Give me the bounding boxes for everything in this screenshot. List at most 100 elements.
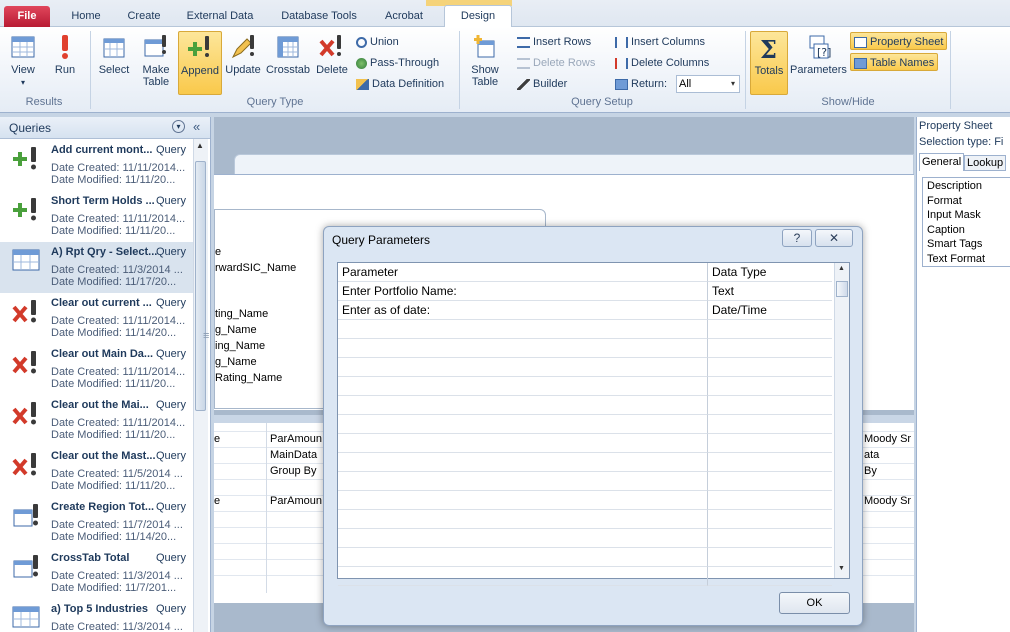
query-item[interactable]: A) Rpt Qry - Select... Query Date Created:… <box>0 242 193 293</box>
query-item[interactable]: Clear out the Mast... Query Date Created: … <box>0 446 193 497</box>
design-grid-cell[interactable]: e <box>214 433 220 445</box>
datatype-cell[interactable] <box>708 415 832 434</box>
parameter-cell[interactable] <box>338 567 708 586</box>
parameter-cell[interactable] <box>338 339 708 358</box>
append-query-button[interactable]: Append <box>178 31 222 95</box>
help-button[interactable]: ? <box>782 229 812 247</box>
tab-acrobat[interactable]: Acrobat <box>378 6 430 27</box>
datatype-cell[interactable] <box>708 548 832 567</box>
delete-rows-button[interactable]: Delete Rows <box>517 54 595 72</box>
datatype-cell[interactable] <box>708 434 832 453</box>
parameter-cell[interactable]: Enter Portfolio Name: <box>338 282 708 301</box>
chevron-down-icon[interactable]: ▾ <box>172 120 185 133</box>
design-grid-cell[interactable]: Moody Sr <box>864 495 911 507</box>
pass-through-button[interactable]: Pass-Through <box>356 54 439 72</box>
table-names-button[interactable]: Table Names <box>850 53 939 71</box>
delete-query-button[interactable]: Delete <box>313 31 351 95</box>
design-grid-cell[interactable]: ParAmoun <box>270 433 322 445</box>
grid-scrollbar-thumb[interactable] <box>836 281 848 297</box>
tab-lookup[interactable]: Lookup <box>964 155 1007 171</box>
parameter-cell[interactable] <box>338 510 708 529</box>
tab-file[interactable]: File <box>4 6 50 27</box>
query-item[interactable]: Create Region Tot... Query Date Created: 1… <box>0 497 193 548</box>
parameter-cell[interactable] <box>338 548 708 567</box>
parameter-cell[interactable] <box>338 358 708 377</box>
parameter-cell[interactable]: Enter as of date: <box>338 301 708 320</box>
tab-home[interactable]: Home <box>64 6 108 27</box>
totals-button[interactable]: Σ Totals <box>750 31 788 95</box>
design-grid-cell[interactable]: By <box>864 465 877 477</box>
property-row[interactable]: Caption <box>927 224 965 236</box>
query-item[interactable]: Short Term Holds ... Query Date Created: 1… <box>0 191 193 242</box>
grid-scrollbar[interactable]: ▲ ▼ <box>834 263 849 578</box>
design-grid-cell[interactable]: Group By <box>270 465 316 477</box>
parameter-cell[interactable] <box>338 472 708 491</box>
field-list-item[interactable]: ing_Name <box>215 340 265 352</box>
design-grid-cell[interactable]: ata <box>864 449 879 461</box>
datatype-cell[interactable] <box>708 453 832 472</box>
parameter-cell[interactable] <box>338 491 708 510</box>
datatype-cell[interactable] <box>708 358 832 377</box>
parameter-cell[interactable] <box>338 396 708 415</box>
ok-button[interactable]: OK <box>779 592 850 614</box>
builder-button[interactable]: Builder <box>517 75 567 93</box>
parameter-cell[interactable] <box>338 377 708 396</box>
property-sheet-button[interactable]: Property Sheet <box>850 32 948 50</box>
field-list-item[interactable]: Rating_Name <box>215 372 282 384</box>
tab-create[interactable]: Create <box>120 6 168 27</box>
query-item[interactable]: Add current mont... Query Date Created: 11… <box>0 140 193 191</box>
nav-scrollbar-thumb[interactable] <box>195 161 206 411</box>
delete-columns-button[interactable]: Delete Columns <box>615 54 709 72</box>
datatype-cell[interactable] <box>708 339 832 358</box>
property-row[interactable]: Smart Tags <box>927 238 982 250</box>
collapse-pane-icon[interactable]: « <box>193 119 200 134</box>
parameter-cell[interactable] <box>338 415 708 434</box>
datatype-cell[interactable] <box>708 472 832 491</box>
tab-external-data[interactable]: External Data <box>180 6 260 27</box>
field-list-item[interactable]: e <box>215 246 221 258</box>
query-item[interactable]: a) Top 5 Industries Query Date Created: 11… <box>0 599 193 632</box>
scroll-down-icon[interactable]: ▼ <box>838 565 845 572</box>
property-row[interactable]: Description <box>927 180 982 192</box>
tab-database-tools[interactable]: Database Tools <box>272 6 366 27</box>
query-item[interactable]: CrossTab Total Query Date Created: 11/3/20… <box>0 548 193 599</box>
tab-design[interactable]: Design <box>444 5 512 28</box>
design-grid-cell[interactable]: Moody Sr <box>864 433 911 445</box>
update-query-button[interactable]: Update <box>223 31 263 95</box>
datatype-cell[interactable] <box>708 529 832 548</box>
field-list-item[interactable]: ting_Name <box>215 308 268 320</box>
property-row[interactable]: Format <box>927 195 962 207</box>
make-table-button[interactable]: Make Table <box>137 31 175 95</box>
select-query-button[interactable]: Select <box>95 31 133 95</box>
datatype-cell[interactable] <box>708 491 832 510</box>
datatype-cell[interactable]: Date/Time <box>708 301 832 320</box>
crosstab-query-button[interactable]: Crosstab <box>265 31 311 95</box>
show-table-button[interactable]: Show Table <box>464 31 506 95</box>
datatype-cell[interactable] <box>708 396 832 415</box>
property-row[interactable]: Input Mask <box>927 209 981 221</box>
close-button[interactable]: ✕ <box>815 229 853 247</box>
scroll-up-icon[interactable]: ▲ <box>838 265 845 272</box>
field-list-item[interactable]: g_Name <box>215 324 257 336</box>
property-row[interactable]: Text Format <box>927 253 985 265</box>
design-grid-cell[interactable]: MainData <box>270 449 317 461</box>
scroll-up-icon[interactable]: ▲ <box>196 141 204 150</box>
design-grid-cell[interactable]: ParAmoun <box>270 495 322 507</box>
datatype-cell[interactable]: Text <box>708 282 832 301</box>
view-button[interactable]: View ▾ <box>4 31 42 95</box>
query-item[interactable]: Clear out the Mai... Query Date Created: 1… <box>0 395 193 446</box>
parameters-button[interactable]: [?] Parameters <box>790 31 847 95</box>
design-grid-cell[interactable]: e <box>214 495 220 507</box>
datatype-cell[interactable] <box>708 510 832 529</box>
query-item[interactable]: Clear out current ... Query Date Created: … <box>0 293 193 344</box>
datatype-cell[interactable] <box>708 377 832 396</box>
datatype-cell[interactable] <box>708 567 832 586</box>
query-item[interactable]: Clear out Main Da... Query Date Created: 1… <box>0 344 193 395</box>
run-button[interactable]: Run <box>48 31 82 95</box>
navigation-pane-header[interactable]: Queries ▾ « <box>0 117 210 139</box>
parameter-cell[interactable] <box>338 453 708 472</box>
parameter-cell[interactable] <box>338 320 708 339</box>
parameter-cell[interactable] <box>338 529 708 548</box>
data-definition-button[interactable]: Data Definition <box>356 75 444 93</box>
field-list-item[interactable]: rwardSIC_Name <box>215 262 296 274</box>
